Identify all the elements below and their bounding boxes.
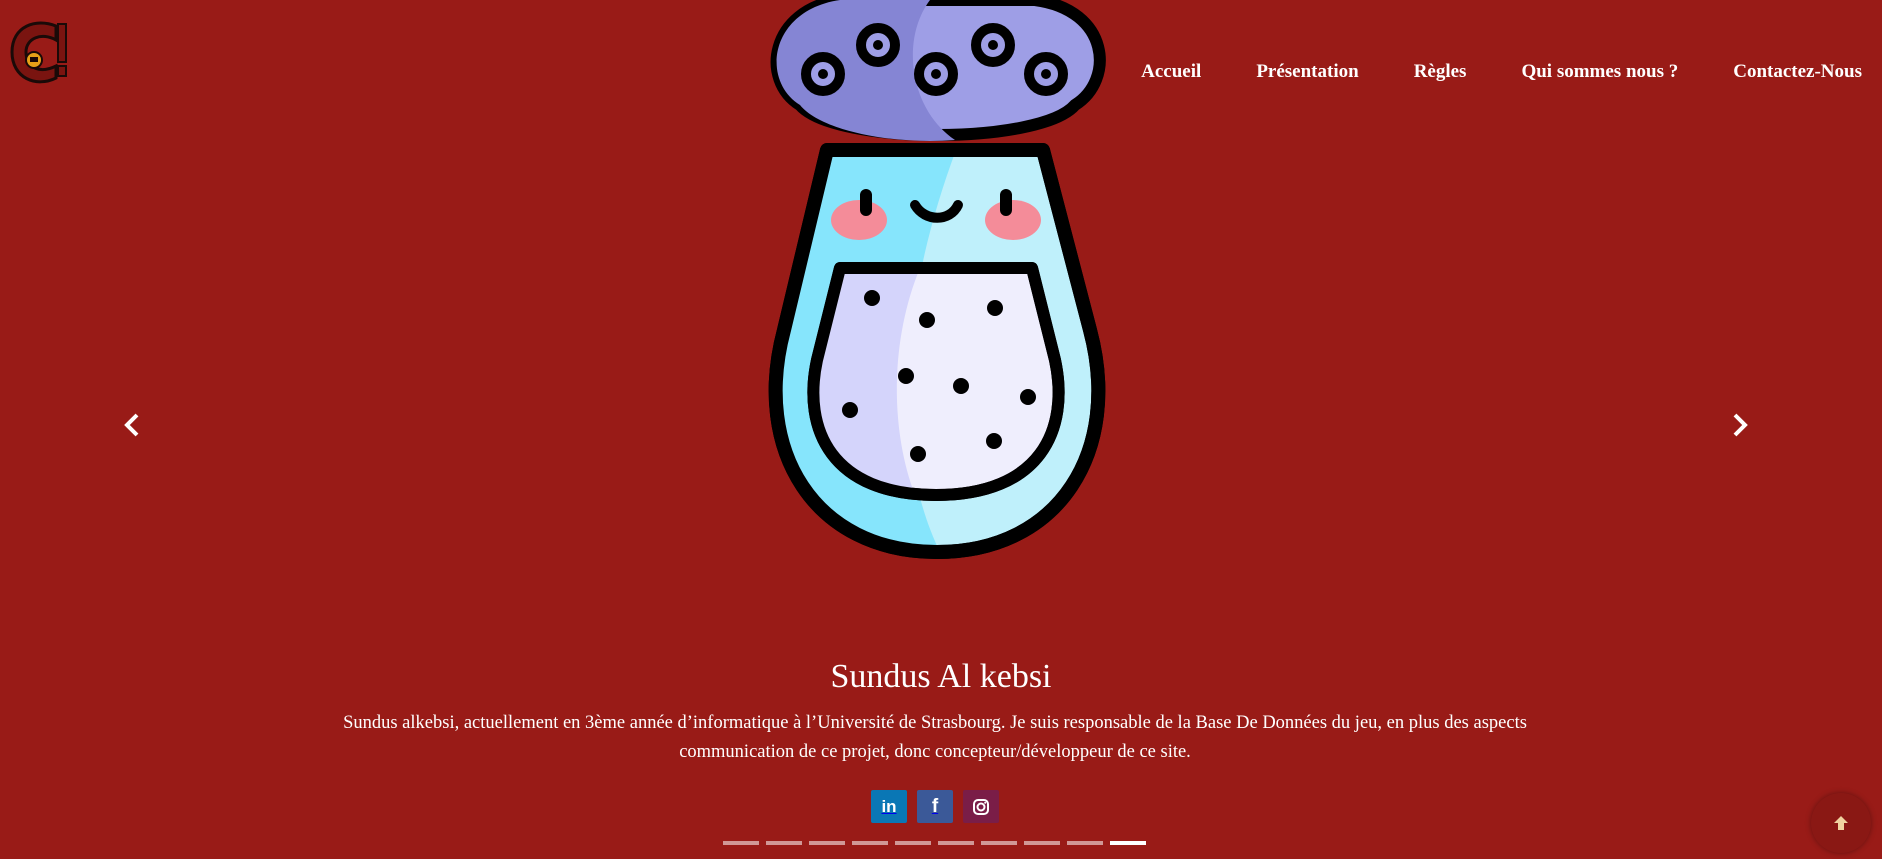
social-links: in f [871,790,999,823]
nav-presentation[interactable]: Présentation [1256,58,1358,86]
facebook-button[interactable]: f [917,790,953,823]
linkedin-button[interactable]: in [871,790,907,823]
nav-contactez-nous[interactable]: Contactez-Nous [1733,58,1862,86]
carousel-indicator-3[interactable] [809,841,845,845]
nav-regles[interactable]: Règles [1414,58,1467,86]
carousel-next-button[interactable] [1720,405,1760,445]
salt-shaker-icon [768,0,1106,559]
back-to-top-button[interactable] [1811,793,1871,853]
carousel-indicator-6[interactable] [938,841,974,845]
site-logo[interactable] [6,18,72,88]
member-name: Sundus Al kebsi [830,658,1052,695]
chevron-left-icon [124,413,139,437]
chevron-right-icon [1733,413,1748,437]
instagram-button[interactable] [963,790,999,823]
carousel-indicator-8[interactable] [1024,841,1060,845]
carousel-indicator-7[interactable] [981,841,1017,845]
linkedin-icon: in [881,796,897,816]
nav-qui-sommes-nous[interactable]: Qui sommes nous ? [1521,58,1678,86]
carousel-prev-button[interactable] [112,405,152,445]
member-description: Sundus alkebsi, actuellement en 3ème ann… [343,713,1527,762]
carousel-indicator-4[interactable] [852,841,888,845]
carousel-indicator-5[interactable] [895,841,931,845]
nav-accueil[interactable]: Accueil [1141,58,1201,86]
carousel-indicator-2[interactable] [766,841,802,845]
carousel-indicators [723,841,1146,845]
carousel-indicator-10[interactable] [1110,841,1146,845]
carousel-slide-image [740,0,1135,560]
logo-icon [10,21,67,84]
carousel-indicator-9[interactable] [1067,841,1103,845]
carousel-indicator-1[interactable] [723,841,759,845]
main-nav: Accueil Présentation Règles Qui sommes n… [1086,58,1862,86]
facebook-icon: f [931,795,939,817]
instagram-icon [973,798,989,815]
arrow-up-icon [1834,816,1848,830]
